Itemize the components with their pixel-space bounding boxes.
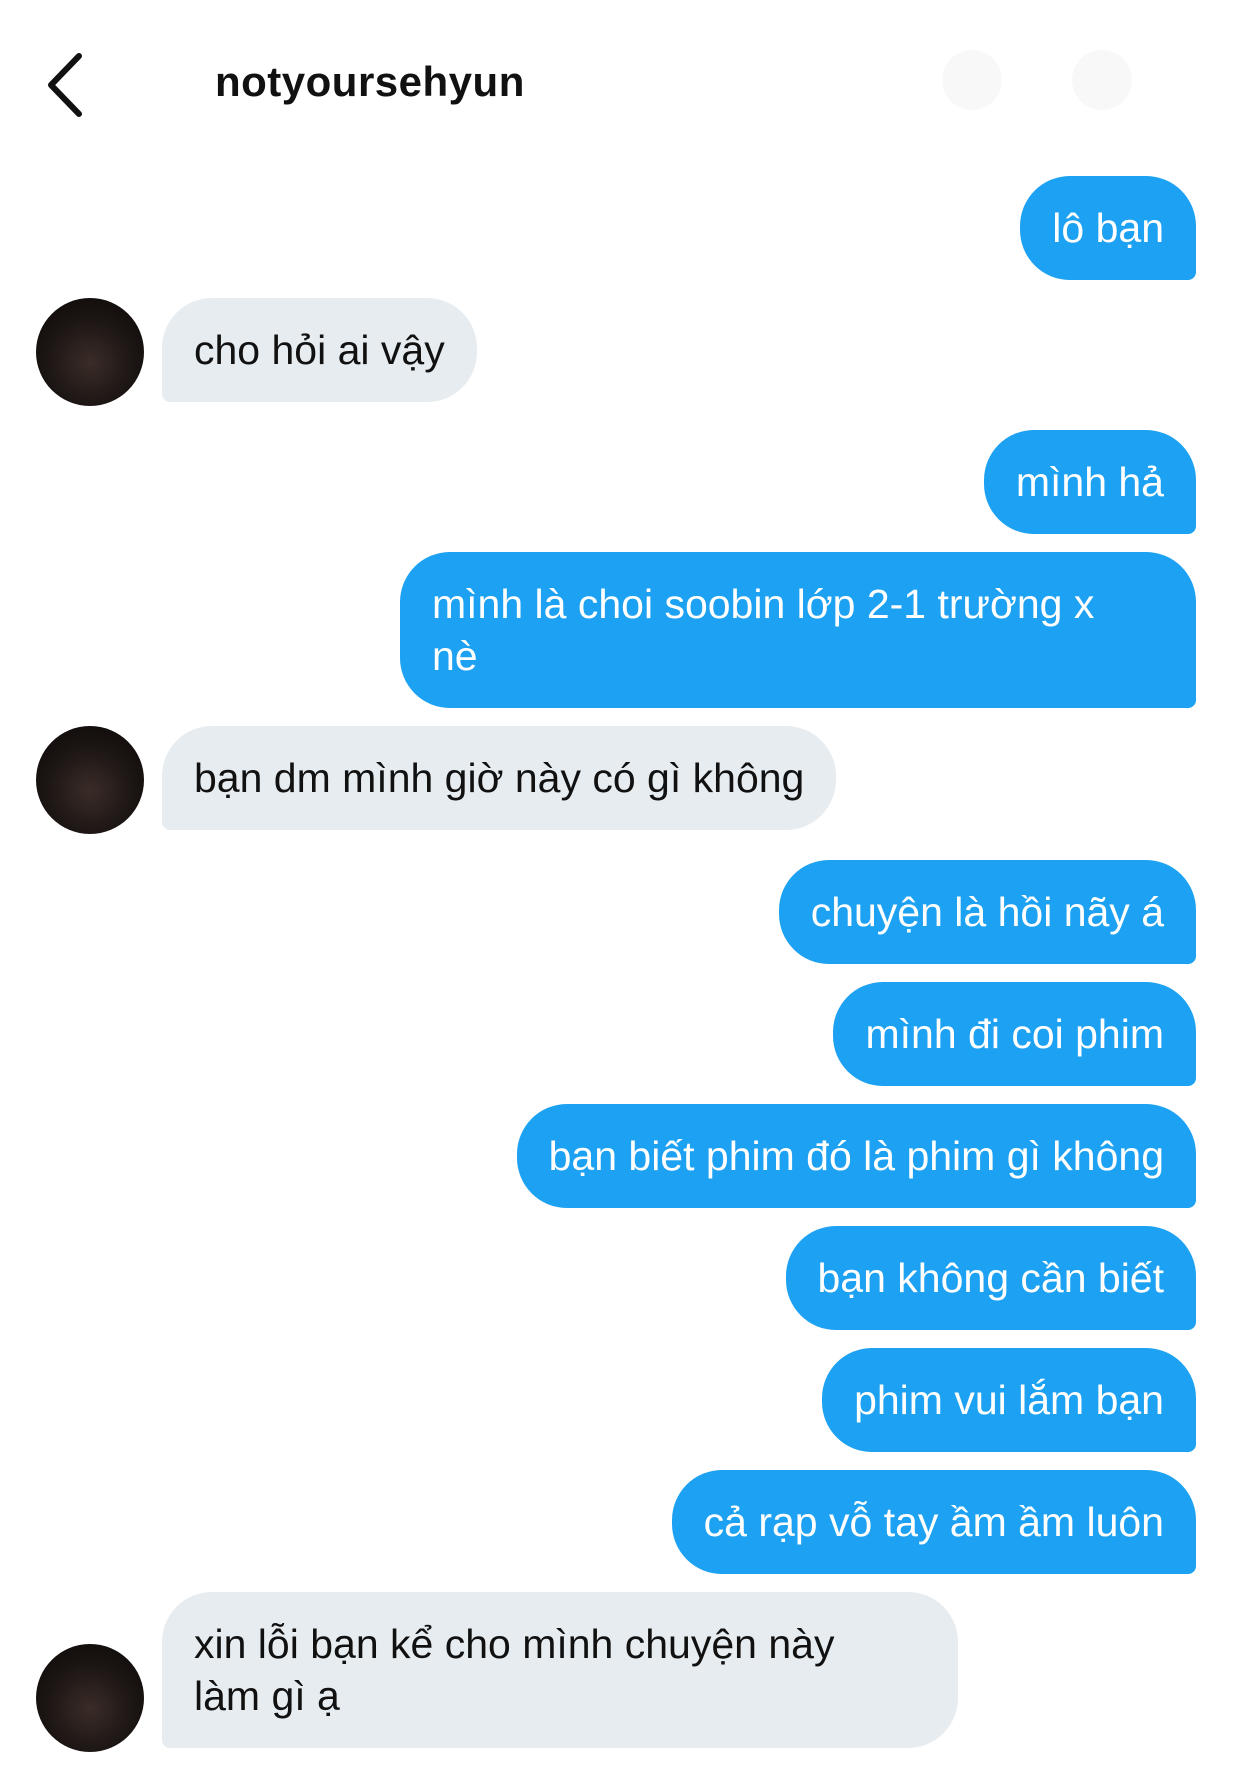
message-bubble-sent[interactable]: cả rạp vỗ tay ầm ầm luôn [671,1470,1196,1574]
message-bubble-received[interactable]: xin lỗi bạn kể cho mình chuyện này làm g… [162,1592,958,1748]
message-bubble-sent[interactable]: lô bạn [1020,176,1196,280]
message-bubble-sent[interactable]: bạn biết phim đó là phim gì không [516,1104,1196,1208]
message-bubble-sent[interactable]: phim vui lắm bạn [822,1348,1196,1452]
message-bubble-sent[interactable]: mình đi coi phim [833,982,1196,1086]
avatar[interactable] [36,1644,144,1752]
message-bubble-sent[interactable]: bạn không cần biết [785,1226,1196,1330]
message-bubble-sent[interactable]: chuyện là hồi nãy á [778,860,1196,964]
message-thread: lô bạn cho hỏi ai vậy mình hả mình là ch… [0,0,1242,1782]
message-bubble-received[interactable]: bạn dm mình giờ này có gì không [162,726,837,830]
message-bubble-sent[interactable]: mình hả [983,430,1196,534]
message-bubble-sent[interactable]: mình là choi soobin lớp 2-1 trường x nè [400,552,1196,708]
message-bubble-received[interactable]: cho hỏi ai vậy [162,298,477,402]
avatar[interactable] [36,726,144,834]
avatar[interactable] [36,298,144,406]
